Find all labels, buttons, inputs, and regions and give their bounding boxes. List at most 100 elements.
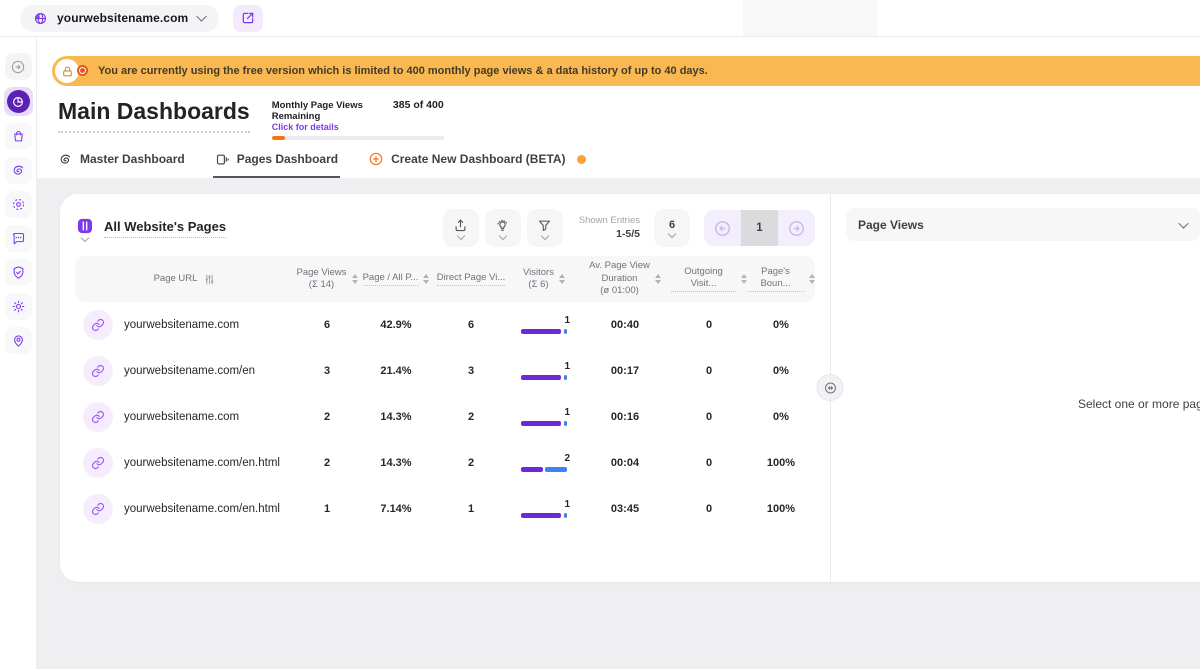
tab-pages-dashboard[interactable]: Pages Dashboard: [213, 149, 340, 178]
sidebar-expand-button[interactable]: [5, 53, 32, 80]
card-widget-icon[interactable]: [75, 216, 95, 241]
page-views-value: 2: [295, 411, 359, 423]
quota-details-link[interactable]: Click for details: [272, 122, 444, 132]
table-row[interactable]: yourwebsitename.com 2 14.3% 2 1 00:16 0 …: [75, 394, 815, 440]
tab-create-new-dashboard[interactable]: Create New Dashboard (BETA): [366, 149, 587, 178]
page-all-pages-value: 21.4%: [359, 365, 433, 377]
visitors-value: 1: [564, 315, 570, 326]
current-page[interactable]: 1: [741, 210, 778, 246]
direct-page-views-value: 1: [433, 503, 509, 515]
col-header-page-all-pages[interactable]: Page / All P...: [359, 272, 433, 286]
page-url: yourwebsitename.com/en.html: [124, 503, 280, 515]
sort-icon: [423, 274, 429, 284]
link-icon: [83, 356, 113, 386]
dashboard-tabs: Master Dashboard Pages Dashboard Create …: [56, 149, 1200, 178]
col-header-avg-duration[interactable]: Av. Page ViewDuration(ø 01:00): [579, 260, 671, 297]
sidebar: [0, 37, 37, 669]
sidebar-item-visitor-behavior[interactable]: [5, 191, 32, 218]
sidebar-item-dashboards[interactable]: [4, 87, 33, 116]
chevron-down-icon: [1178, 218, 1188, 228]
pages-card: All Website's Pages: [60, 194, 1200, 582]
external-link-icon: [241, 11, 255, 25]
link-icon: [83, 402, 113, 432]
sort-icon: [809, 274, 815, 284]
arrow-right-circle-icon: [10, 59, 26, 75]
bounce-rate-value: 0%: [747, 319, 815, 331]
quota-widget: Monthly Page Views Remaining 385 of 400 …: [272, 99, 444, 140]
outgoing-visitors-value: 0: [671, 319, 747, 331]
next-page-button[interactable]: [778, 210, 815, 246]
page-views-value: 6: [295, 319, 359, 331]
col-header-outgoing-visitors[interactable]: Outgoing Visit...: [671, 266, 747, 293]
plus-circle-icon: [368, 151, 384, 167]
insights-button[interactable]: [485, 209, 521, 247]
visitors-value: 1: [564, 407, 570, 418]
col-header-bounce-rate[interactable]: Page's Boun...: [747, 266, 815, 293]
quota-value: 385 of 400: [393, 99, 444, 111]
map-pin-icon: [11, 333, 26, 348]
table-row[interactable]: yourwebsitename.com/en 3 21.4% 3 1 00:17…: [75, 348, 815, 394]
table-header: Page URL Page Views(Σ 14) Page / All P..…: [75, 256, 815, 302]
arrow-left-circle-icon: [713, 219, 732, 238]
sidebar-item-ecommerce[interactable]: [5, 123, 32, 150]
outgoing-visitors-value: 0: [671, 503, 747, 515]
page-views-value: 2: [295, 457, 359, 469]
outgoing-visitors-value: 0: [671, 411, 747, 423]
visitors-value: 1: [564, 361, 570, 372]
sidebar-item-settings[interactable]: [5, 293, 32, 320]
page-title: Main Dashboards: [58, 98, 250, 133]
col-header-page-views[interactable]: Page Views(Σ 14): [295, 267, 359, 292]
shown-entries: Shown Entries 1-5/5: [579, 215, 640, 242]
chevron-down-icon: [197, 11, 207, 21]
page-views-value: 1: [295, 503, 359, 515]
banner-text: You are currently using the free version…: [98, 65, 708, 77]
sidebar-item-privacy[interactable]: [5, 259, 32, 286]
table-row[interactable]: yourwebsitename.com/en.html 2 14.3% 2 2 …: [75, 440, 815, 486]
page-all-pages-value: 42.9%: [359, 319, 433, 331]
visitors-value: 1: [564, 499, 570, 510]
globe-icon: [33, 11, 48, 26]
metric-select-value: Page Views: [858, 218, 924, 232]
pagination: 1: [704, 210, 815, 246]
page-url: yourwebsitename.com/en: [124, 365, 255, 377]
avg-duration-value: 00:40: [579, 319, 671, 331]
lock-icon: [55, 59, 79, 83]
sidebar-item-feedback[interactable]: [5, 225, 32, 252]
export-button[interactable]: [443, 209, 479, 247]
table-row[interactable]: yourwebsitename.com 6 42.9% 6 1 00:40 0 …: [75, 302, 815, 348]
avg-duration-value: 00:04: [579, 457, 671, 469]
sidebar-item-location[interactable]: [5, 327, 32, 354]
page-all-pages-value: 14.3%: [359, 411, 433, 423]
metric-select[interactable]: Page Views: [846, 208, 1200, 241]
open-website-button[interactable]: [233, 5, 263, 32]
table-body: yourwebsitename.com 6 42.9% 6 1 00:40 0 …: [75, 302, 815, 532]
page-size-select[interactable]: 6: [654, 209, 690, 247]
filter-button[interactable]: [527, 209, 563, 247]
avg-duration-value: 00:17: [579, 365, 671, 377]
col-header-visitors[interactable]: Visitors(Σ 6): [509, 267, 579, 292]
table-widget-icon: [75, 216, 95, 236]
page-url: yourwebsitename.com: [124, 411, 239, 423]
tab-master-dashboard[interactable]: Master Dashboard: [56, 149, 187, 178]
funnel-icon: [537, 218, 552, 233]
link-icon: [83, 494, 113, 524]
sort-icon: [655, 274, 661, 284]
pie-chart-icon: [11, 95, 25, 109]
topbar-placeholder: [743, 0, 878, 36]
page-url: yourwebsitename.com: [124, 319, 239, 331]
table-row[interactable]: yourwebsitename.com/en.html 1 7.14% 1 1 …: [75, 486, 815, 532]
prev-page-button[interactable]: [704, 210, 741, 246]
sort-icon: [352, 274, 358, 284]
shield-check-icon: [11, 265, 26, 280]
col-header-page-url[interactable]: Page URL: [75, 273, 295, 286]
outgoing-visitors-value: 0: [671, 457, 747, 469]
col-header-direct-page-views[interactable]: Direct Page Vi...: [433, 272, 509, 286]
page-views-value: 3: [295, 365, 359, 377]
beta-dot: [577, 155, 586, 164]
spiral-icon: [58, 152, 73, 167]
behavior-eye-icon: [11, 197, 26, 212]
sidebar-item-statistics[interactable]: [5, 157, 32, 184]
tab-label: Pages Dashboard: [237, 152, 338, 166]
arrow-right-circle-icon: [787, 219, 806, 238]
website-selector[interactable]: yourwebsitename.com: [20, 5, 219, 32]
